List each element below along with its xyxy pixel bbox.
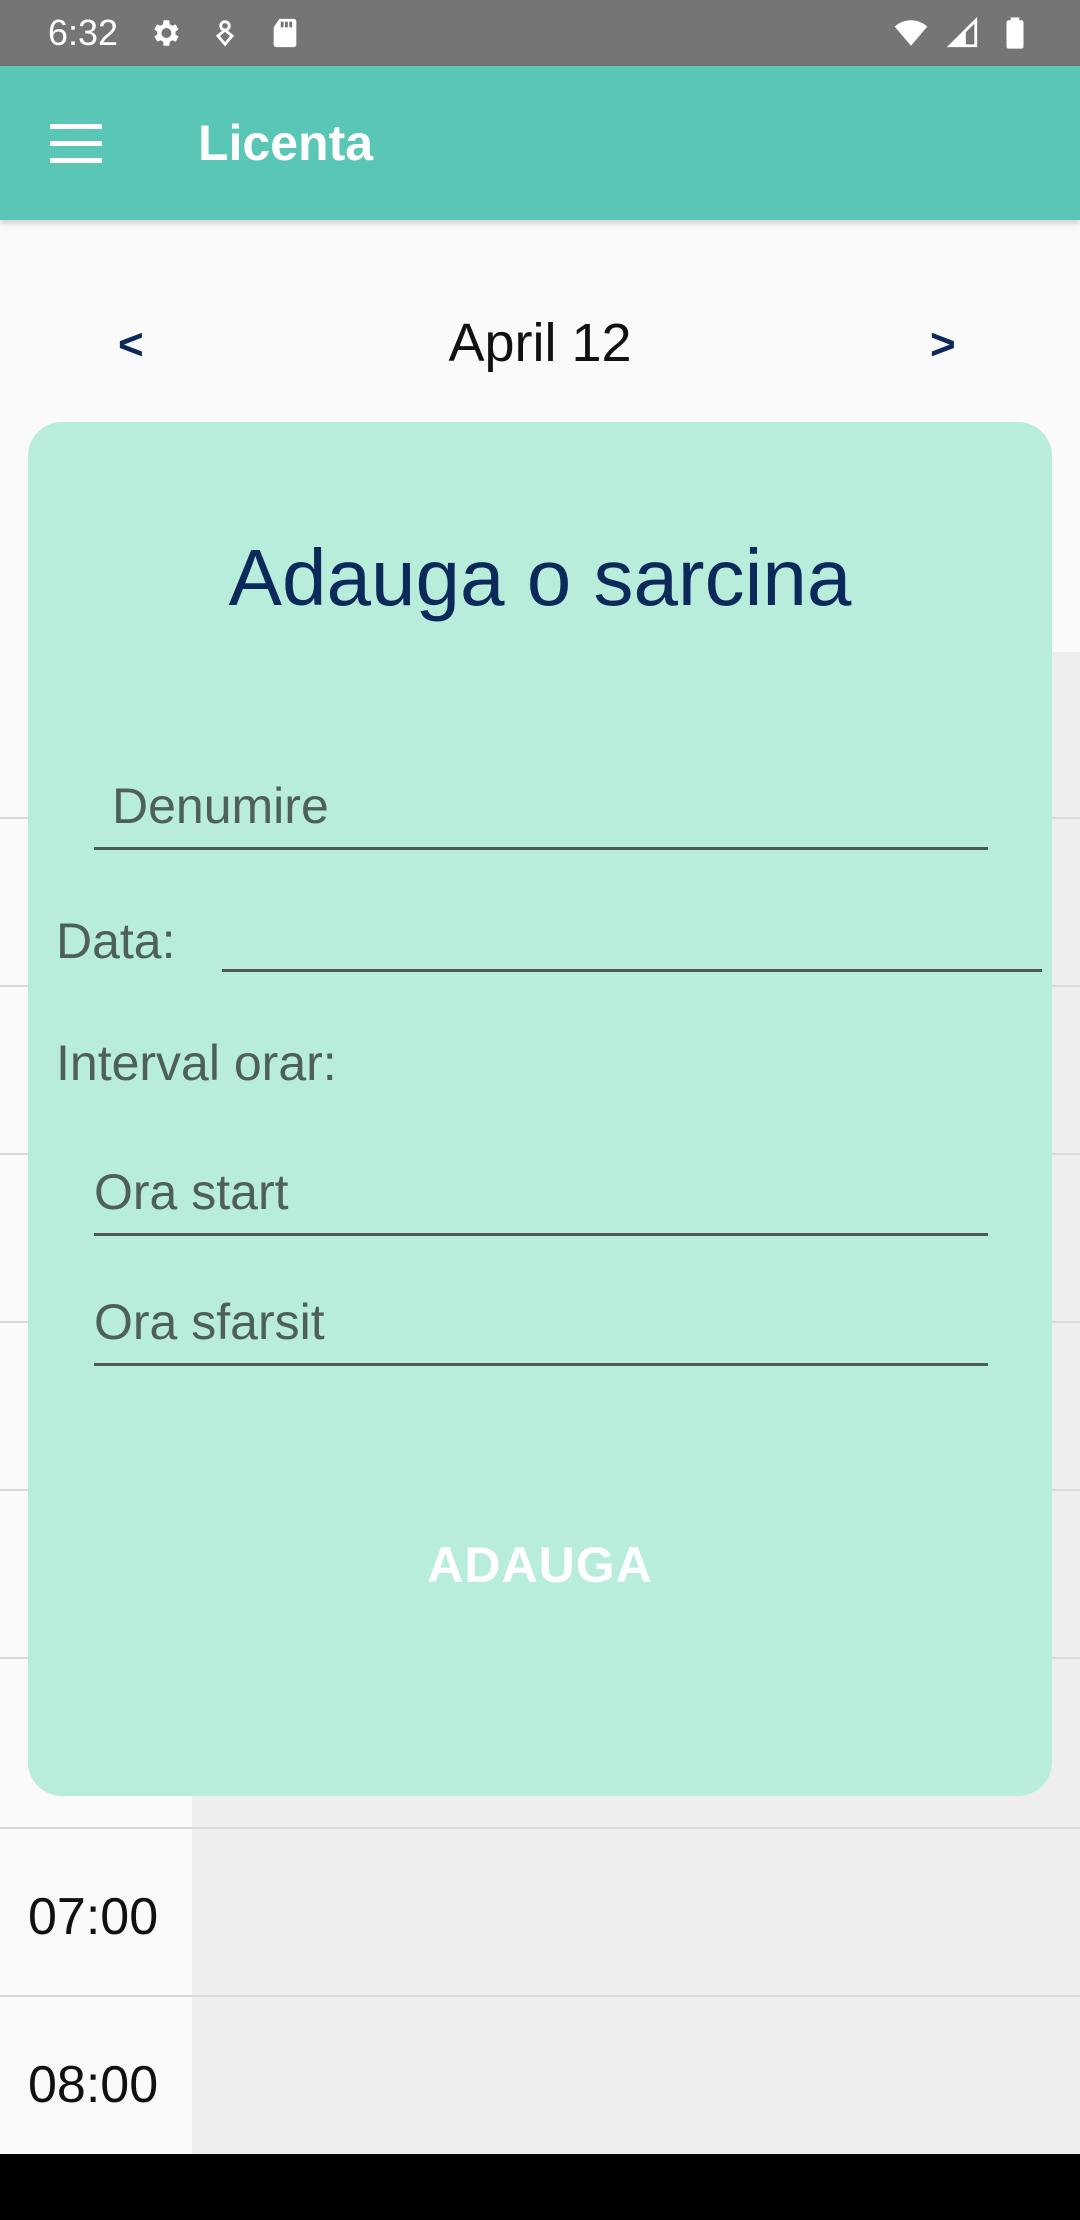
notification-icon (215, 20, 235, 47)
next-day-button[interactable]: > (930, 320, 956, 370)
system-navigation-bar (0, 2154, 1080, 2220)
start-time-placeholder: Ora start (94, 1164, 289, 1220)
app-title: Licenta (198, 115, 374, 171)
hour-row: 07:00 (0, 1827, 1080, 1995)
time-interval-label: Interval orar: (56, 1035, 337, 1091)
end-time-placeholder: Ora sfarsit (94, 1294, 325, 1350)
status-icons-right (894, 16, 1032, 50)
end-time-input[interactable]: Ora sfarsit (94, 1282, 988, 1366)
status-time: 6:32 (48, 12, 119, 53)
settings-icon (154, 20, 179, 46)
hour-label: 07:00 (28, 1888, 159, 1946)
sd-card-icon (273, 18, 297, 48)
task-name-placeholder: Denumire (112, 778, 329, 834)
date-navigation: < April 12 > (0, 220, 1080, 400)
add-task-button[interactable]: ADAUGA (380, 1520, 700, 1610)
dialog-title: Adauga o sarcina (228, 533, 852, 622)
date-input[interactable] (222, 892, 1042, 972)
hour-label: 08:00 (28, 2056, 159, 2114)
status-bar: 6:32 (0, 0, 1080, 66)
hour-row: 08:00 (0, 1995, 1080, 2163)
hamburger-menu-icon[interactable] (38, 103, 118, 183)
app-bar: Licenta (0, 66, 1080, 220)
task-name-input[interactable]: Denumire (94, 772, 988, 850)
signal-icon (946, 16, 978, 48)
start-time-input[interactable]: Ora start (94, 1152, 988, 1236)
battery-icon (1006, 17, 1024, 49)
add-task-dialog: Adauga o sarcina Denumire Data: Interval… (28, 422, 1052, 1796)
date-label: Data: (56, 913, 176, 969)
wifi-icon (894, 20, 928, 46)
status-icons-left (148, 16, 302, 50)
current-date-label: April 12 (448, 313, 632, 373)
